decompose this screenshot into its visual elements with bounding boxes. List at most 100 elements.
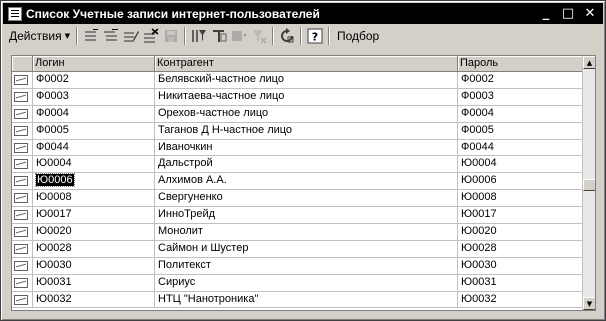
counterparty-cell[interactable]: Политекст: [155, 257, 458, 274]
login-value: Ю0004: [36, 157, 72, 170]
counterparty-cell[interactable]: Монолит: [155, 224, 458, 240]
table-row[interactable]: Ю0031 Сириус Ю0031: [12, 274, 583, 292]
window-title: Список Учетные записи интернет-пользоват…: [26, 6, 320, 21]
login-value: Ю0031: [36, 275, 72, 288]
table-row[interactable]: Ю0020 Монолит Ю0020: [12, 224, 583, 241]
row-icon-cell: [12, 72, 33, 88]
password-cell[interactable]: Ф0003: [458, 88, 583, 105]
login-cell[interactable]: Ю0028: [33, 240, 155, 257]
table-row[interactable]: Ю0006 Алхимов А.А. Ю0006: [12, 173, 583, 191]
counterparty-cell[interactable]: Дальстрой: [155, 156, 458, 173]
help-icon[interactable]: ?: [305, 26, 325, 46]
vertical-scrollbar[interactable]: ▲ ▼: [582, 56, 595, 310]
scroll-up-button[interactable]: ▲: [583, 56, 595, 69]
login-value: Ю0030: [36, 258, 72, 271]
login-cell[interactable]: Ф0004: [33, 105, 155, 122]
password-cell[interactable]: Ю0020: [458, 224, 583, 240]
delete-icon[interactable]: [141, 26, 161, 46]
password-cell[interactable]: Ф0044: [458, 139, 583, 156]
password-cell[interactable]: Ю0032: [458, 291, 583, 308]
table-row[interactable]: Ю0030 Политекст Ю0030: [12, 257, 583, 275]
counterparty-cell[interactable]: Белявский-частное лицо: [155, 72, 458, 88]
password-cell[interactable]: Ю0008: [458, 190, 583, 207]
login-cell[interactable]: Ю0004: [33, 156, 155, 173]
table-row[interactable]: Ю0032 НТЦ "Нанотроника" Ю0032: [12, 291, 583, 309]
table-header: Логин Контрагент Пароль: [12, 56, 583, 72]
actions-label: Действия: [9, 29, 62, 43]
column-header-login[interactable]: Логин: [33, 56, 155, 72]
row-icon-cell: [12, 224, 33, 240]
login-cell[interactable]: Ф0002: [33, 72, 155, 88]
table-row[interactable]: Ф0003 Никитаева-частное лицо Ф0003: [12, 88, 583, 106]
table-row[interactable]: Ф0005 Таганов Д Н-частное лицо Ф0005: [12, 122, 583, 140]
counterparty-cell[interactable]: ИнноТрейд: [155, 207, 458, 224]
refresh-icon[interactable]: [277, 26, 297, 46]
actions-menu-button[interactable]: Действия ▼: [6, 26, 73, 46]
login-cell[interactable]: Ю0008: [33, 190, 155, 207]
password-cell[interactable]: Ю0006: [458, 173, 583, 190]
password-cell[interactable]: Ф0004: [458, 105, 583, 122]
login-cell[interactable]: Ф0044: [33, 139, 155, 156]
password-cell[interactable]: Ю0030: [458, 257, 583, 274]
counterparty-cell[interactable]: Сириус: [155, 274, 458, 291]
row-icon-cell: [12, 105, 33, 122]
table-row[interactable]: Ф0002 Белявский-частное лицо Ф0002: [12, 72, 583, 89]
account-record-icon: [14, 176, 28, 187]
password-cell[interactable]: Ю0004: [458, 156, 583, 173]
title-bar[interactable]: Список Учетные записи интернет-пользоват…: [3, 3, 603, 24]
filter-set-icon[interactable]: [209, 26, 229, 46]
filter-list-icon[interactable]: [229, 26, 249, 46]
table-row[interactable]: Ф0004 Орехов-частное лицо Ф0004: [12, 105, 583, 123]
table-row[interactable]: Ф0044 Иваночкин Ф0044: [12, 139, 583, 157]
login-cell[interactable]: Ф0003: [33, 88, 155, 105]
login-cell[interactable]: Ю0031: [33, 274, 155, 291]
login-value: Ф0044: [36, 140, 69, 153]
login-value: Ю0017: [36, 208, 72, 221]
select-button[interactable]: Подбор: [333, 26, 383, 46]
password-cell[interactable]: Ю0017: [458, 207, 583, 224]
counterparty-cell[interactable]: Никитаева-частное лицо: [155, 88, 458, 105]
column-header-counterparty[interactable]: Контрагент: [155, 56, 458, 72]
counterparty-cell[interactable]: Свергуненко: [155, 190, 458, 207]
counterparty-cell[interactable]: НТЦ "Нанотроника": [155, 291, 458, 308]
table-body: Ф0002 Белявский-частное лицо Ф0002 Ф0003 Ник…: [12, 72, 583, 309]
password-cell[interactable]: Ю0031: [458, 274, 583, 291]
table-row[interactable]: Ю0017 ИнноТрейд Ю0017: [12, 207, 583, 225]
minimize-button[interactable]: _: [536, 5, 556, 22]
password-cell[interactable]: Ю0028: [458, 240, 583, 257]
filter-clear-icon[interactable]: [249, 26, 269, 46]
login-value: Ф0004: [36, 106, 69, 119]
table-row[interactable]: Ю0004 Дальстрой Ю0004: [12, 156, 583, 174]
row-icon-cell: [12, 190, 33, 207]
login-cell[interactable]: Ю0030: [33, 257, 155, 274]
accounts-table: Логин Контрагент Пароль Ф0002 Белявский-ч…: [11, 55, 596, 311]
login-cell[interactable]: Ф0005: [33, 122, 155, 139]
toolbar-separator: [327, 27, 330, 45]
row-icon-cell: [12, 274, 33, 291]
password-cell[interactable]: Ф0002: [458, 72, 583, 88]
password-cell[interactable]: Ф0005: [458, 122, 583, 139]
counterparty-cell[interactable]: Алхимов А.А.: [155, 173, 458, 190]
counterparty-cell[interactable]: Орехов-частное лицо: [155, 105, 458, 122]
counterparty-cell[interactable]: Саймон и Шустер: [155, 240, 458, 257]
counterparty-cell[interactable]: Таганов Д Н-частное лицо: [155, 122, 458, 139]
add-icon[interactable]: [81, 26, 101, 46]
login-cell[interactable]: Ю0020: [33, 224, 155, 240]
table-row[interactable]: Ю0028 Саймон и Шустер Ю0028: [12, 240, 583, 258]
scroll-thumb[interactable]: [583, 179, 595, 191]
account-record-icon: [14, 142, 28, 153]
add-group-icon[interactable]: [101, 26, 121, 46]
column-header-password[interactable]: Пароль: [458, 56, 583, 72]
save-icon[interactable]: [161, 26, 181, 46]
table-row[interactable]: Ю0008 Свергуненко Ю0008: [12, 190, 583, 208]
close-button[interactable]: ✕: [580, 5, 600, 22]
maximize-button[interactable]: □: [558, 5, 578, 22]
login-cell[interactable]: Ю0017: [33, 207, 155, 224]
filter-icon[interactable]: [189, 26, 209, 46]
scroll-down-button[interactable]: ▼: [583, 297, 595, 310]
login-cell[interactable]: Ю0006: [33, 173, 155, 190]
login-cell[interactable]: Ю0032: [33, 291, 155, 308]
column-header-icon[interactable]: [12, 56, 33, 72]
edit-icon[interactable]: [121, 26, 141, 46]
counterparty-cell[interactable]: Иваночкин: [155, 139, 458, 156]
